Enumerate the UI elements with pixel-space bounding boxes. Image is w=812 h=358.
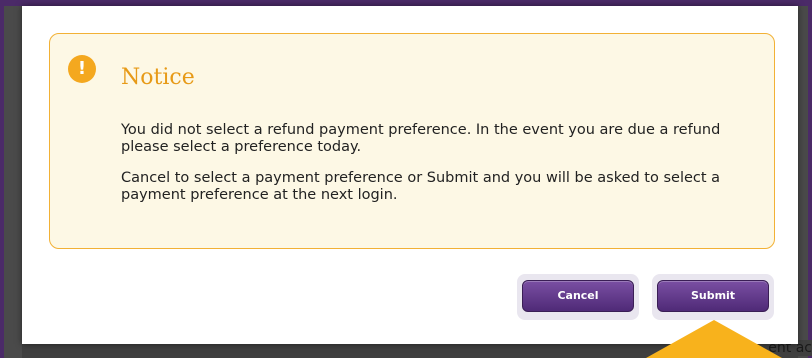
notice-message: You did not select a refund payment pref… xyxy=(121,122,761,218)
submit-button-container: Submit xyxy=(652,274,774,320)
notice-dialog: ! Notice You did not select a refund pay… xyxy=(22,6,798,344)
submit-button[interactable]: Submit xyxy=(657,280,769,312)
background-right-frame xyxy=(808,0,812,358)
notice-panel: ! Notice You did not select a refund pay… xyxy=(49,33,775,249)
notice-paragraph: You did not select a refund payment pref… xyxy=(121,122,721,155)
cancel-button[interactable]: Cancel xyxy=(522,280,634,312)
pointer-arrow-icon xyxy=(646,320,782,358)
notice-paragraph: Cancel to select a payment preference or… xyxy=(121,170,721,203)
exclamation-circle-icon: ! xyxy=(68,55,96,83)
background-left-frame xyxy=(0,0,4,358)
notice-title: Notice xyxy=(121,65,195,90)
cancel-button-container: Cancel xyxy=(517,274,639,320)
